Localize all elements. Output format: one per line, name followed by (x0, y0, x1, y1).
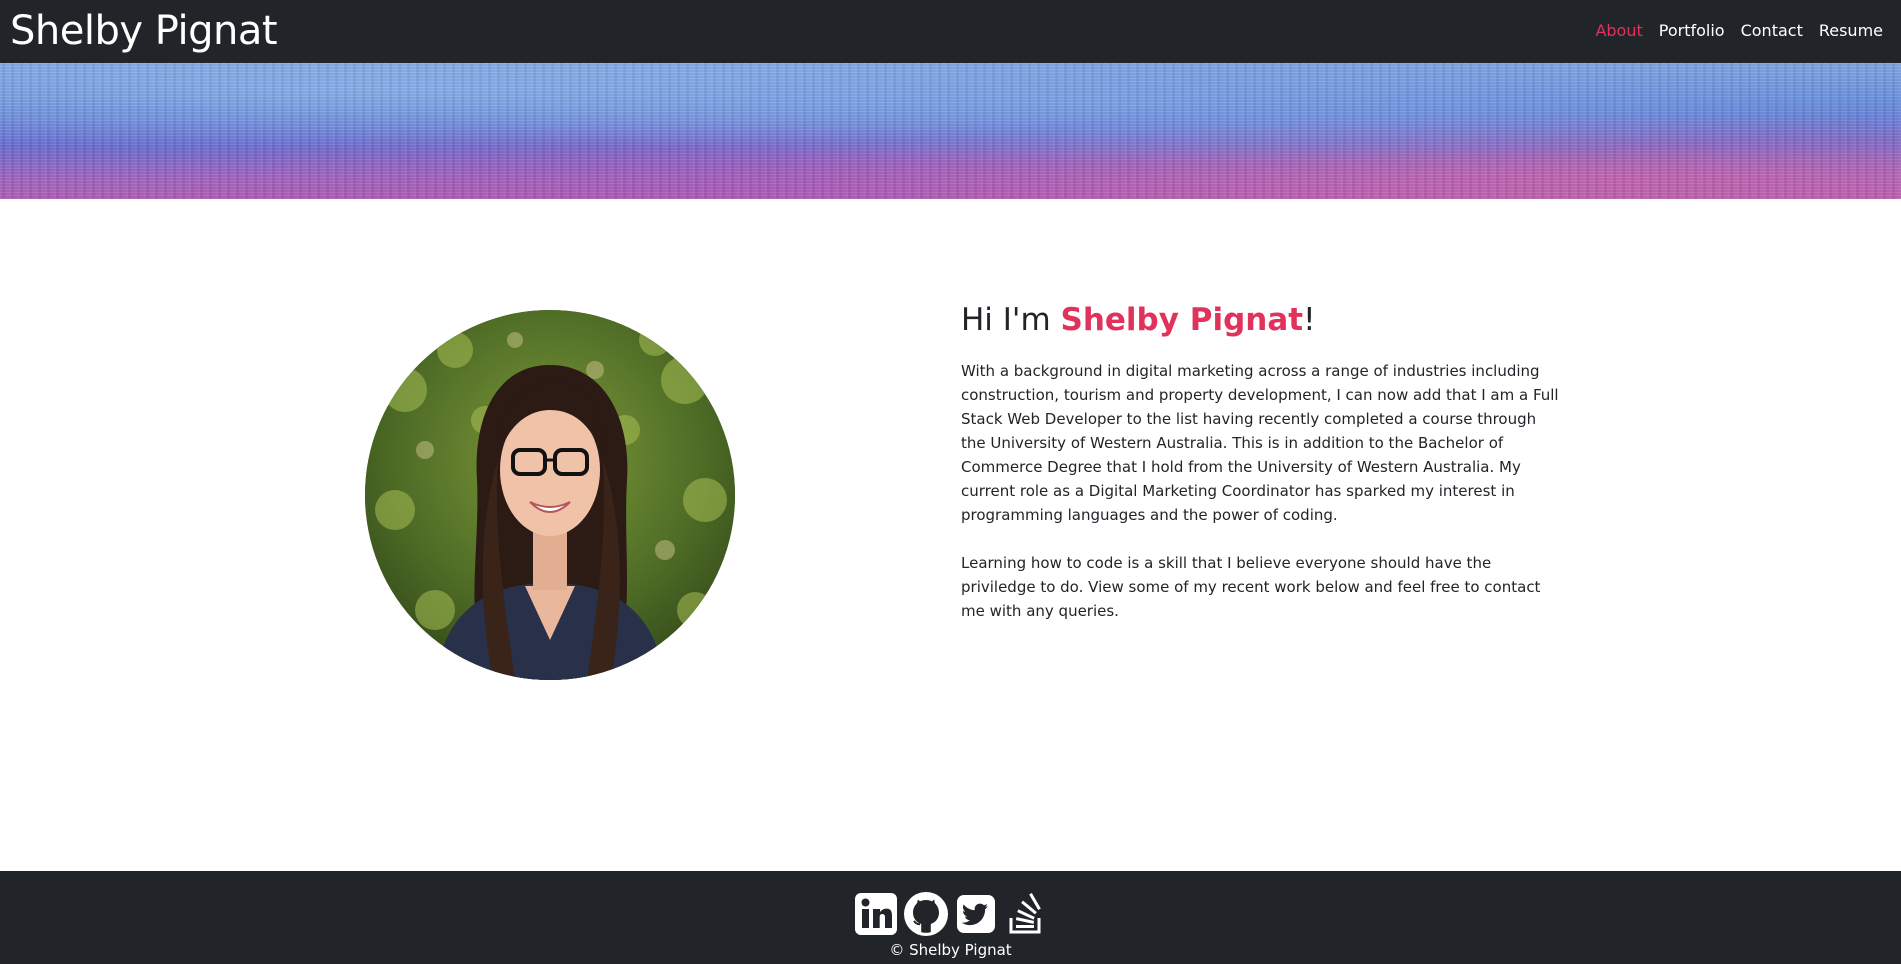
github-icon[interactable] (903, 891, 949, 937)
stackoverflow-icon[interactable] (1003, 891, 1049, 937)
footer: © Shelby Pignat (0, 871, 1901, 964)
nav-link-resume[interactable]: Resume (1819, 20, 1883, 42)
social-links (853, 891, 1049, 937)
nav-link-portfolio[interactable]: Portfolio (1659, 20, 1725, 42)
nav-links: About Portfolio Contact Resume (1595, 20, 1883, 42)
nav-link-about[interactable]: About (1595, 20, 1642, 42)
page: Shelby Pignat About Portfolio Contact Re… (0, 0, 1901, 964)
profile-photo (365, 310, 735, 680)
twitter-icon[interactable] (953, 891, 999, 937)
brand-link[interactable]: Shelby Pignat (10, 6, 278, 56)
about-heading: Hi I'm Shelby Pignat! (961, 295, 1561, 345)
about-paragraph: Learning how to code is a skill that I b… (961, 554, 1541, 620)
navbar: Shelby Pignat About Portfolio Contact Re… (0, 0, 1901, 63)
about-section: Hi I'm Shelby Pignat! With a background … (961, 295, 1561, 623)
greeting-name: Shelby Pignat (1060, 302, 1304, 338)
about-paragraph: With a background in digital marketing a… (961, 362, 1559, 524)
greeting-prefix: Hi I'm (961, 302, 1061, 338)
greeting-suffix: ! (1303, 302, 1316, 338)
nav-link-contact[interactable]: Contact (1741, 20, 1803, 42)
linkedin-icon[interactable] (853, 891, 899, 937)
hero-banner (0, 63, 1901, 199)
copyright-text: © Shelby Pignat (889, 941, 1012, 959)
